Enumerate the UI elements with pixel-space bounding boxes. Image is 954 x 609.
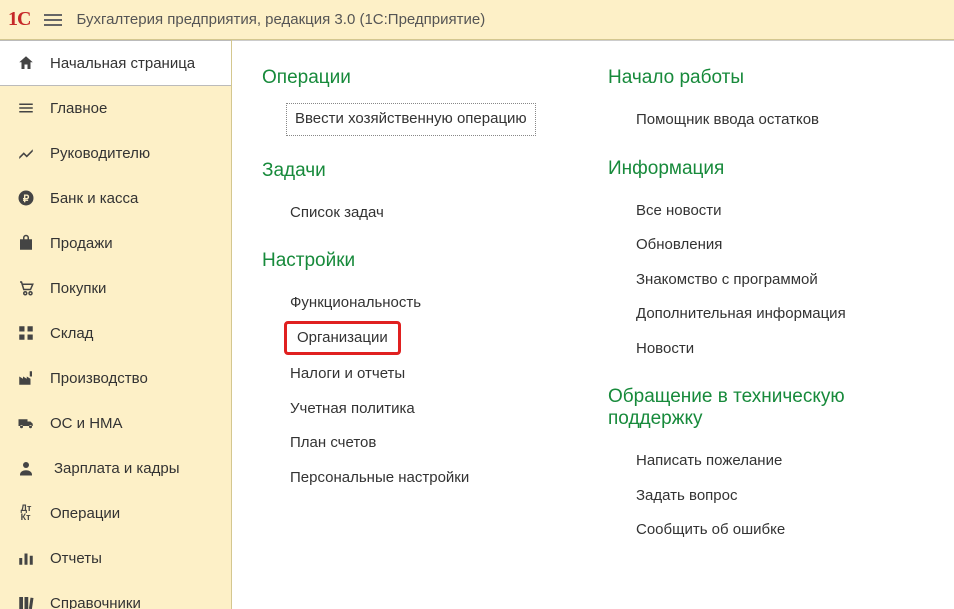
sidebar-item-label: Продажи (50, 235, 215, 252)
link-all-news[interactable]: Все новости (608, 194, 924, 229)
section-tasks-title: Задачи (262, 160, 578, 182)
sidebar-item-home[interactable]: Начальная страница (0, 40, 232, 86)
right-column: Начало работы Помощник ввода остатков Ин… (608, 59, 924, 548)
sidebar-item-label: Банк и касса (50, 190, 215, 207)
menu-icon (16, 98, 36, 118)
section-settings-title: Настройки (262, 250, 578, 272)
truck-icon (16, 413, 36, 433)
sidebar-item-bank[interactable]: ₽ Банк и касса (0, 176, 231, 221)
link-task-list[interactable]: Список задач (262, 196, 578, 231)
cart-icon (16, 278, 36, 298)
menu-icon[interactable] (44, 14, 62, 26)
sidebar-item-purchases[interactable]: Покупки (0, 266, 231, 311)
sidebar-item-manager[interactable]: Руководителю (0, 131, 231, 176)
svg-text:₽: ₽ (23, 194, 30, 205)
sidebar-item-warehouse[interactable]: Склад (0, 311, 231, 356)
sidebar-item-label: Справочники (50, 595, 215, 609)
bag-icon (16, 233, 36, 253)
sidebar-item-label: Главное (50, 100, 215, 117)
section-start-title: Начало работы (608, 67, 924, 89)
link-ask-question[interactable]: Задать вопрос (608, 479, 924, 514)
grid-icon (16, 323, 36, 343)
link-enter-operation[interactable]: Ввести хозяйственную операцию (286, 103, 536, 136)
sidebar-item-label: Зарплата и кадры (54, 460, 215, 477)
sidebar-item-label: Начальная страница (50, 55, 215, 72)
sidebar-item-directories[interactable]: Справочники (0, 581, 231, 609)
sidebar-item-label: ОС и НМА (50, 415, 215, 432)
link-updates[interactable]: Обновления (608, 228, 924, 263)
sidebar-item-label: Производство (50, 370, 215, 387)
ruble-icon: ₽ (16, 188, 36, 208)
sidebar-item-label: Руководителю (50, 145, 215, 162)
topbar: 1C Бухгалтерия предприятия, редакция 3.0… (0, 0, 954, 40)
sidebar-item-production[interactable]: Производство (0, 356, 231, 401)
sidebar-item-sales[interactable]: Продажи (0, 221, 231, 266)
sidebar-item-assets[interactable]: ОС и НМА (0, 401, 231, 446)
sidebar-item-label: Покупки (50, 280, 215, 297)
sidebar-item-label: Отчеты (50, 550, 215, 567)
person-icon (16, 458, 36, 478)
chart-icon (16, 143, 36, 163)
link-accounting-policy[interactable]: Учетная политика (262, 392, 578, 427)
link-additional-info[interactable]: Дополнительная информация (608, 297, 924, 332)
dtkt-icon: ДтКт (16, 503, 36, 523)
link-organizations[interactable]: Организации (284, 321, 401, 356)
section-info-title: Информация (608, 158, 924, 180)
sidebar-item-reports[interactable]: Отчеты (0, 536, 231, 581)
link-personal-settings[interactable]: Персональные настройки (262, 461, 578, 496)
sidebar-item-label: Операции (50, 505, 215, 522)
sidebar-item-operations[interactable]: ДтКт Операции (0, 491, 231, 536)
factory-icon (16, 368, 36, 388)
link-report-error[interactable]: Сообщить об ошибке (608, 513, 924, 548)
home-icon (16, 53, 36, 73)
link-balance-helper[interactable]: Помощник ввода остатков (608, 103, 924, 138)
sidebar-item-main[interactable]: Главное (0, 86, 231, 131)
section-operations-title: Операции (262, 67, 578, 89)
books-icon (16, 593, 36, 609)
section-support-title: Обращение в техническую поддержку (608, 386, 924, 430)
link-taxes-reports[interactable]: Налоги и отчеты (262, 357, 578, 392)
link-write-wish[interactable]: Написать пожелание (608, 444, 924, 479)
link-chart-accounts[interactable]: План счетов (262, 426, 578, 461)
app-title: Бухгалтерия предприятия, редакция 3.0 (1… (76, 11, 485, 28)
sidebar-item-label: Склад (50, 325, 215, 342)
content-area: Операции Ввести хозяйственную операцию З… (232, 40, 954, 609)
app-logo: 1C (8, 8, 30, 31)
sidebar-item-salary[interactable]: Зарплата и кадры (0, 446, 231, 491)
left-column: Операции Ввести хозяйственную операцию З… (262, 59, 578, 548)
link-intro[interactable]: Знакомство с программой (608, 263, 924, 298)
link-news[interactable]: Новости (608, 332, 924, 367)
link-functionality[interactable]: Функциональность (262, 286, 578, 321)
sidebar: Начальная страница Главное Руководителю … (0, 40, 232, 609)
bars-icon (16, 548, 36, 568)
